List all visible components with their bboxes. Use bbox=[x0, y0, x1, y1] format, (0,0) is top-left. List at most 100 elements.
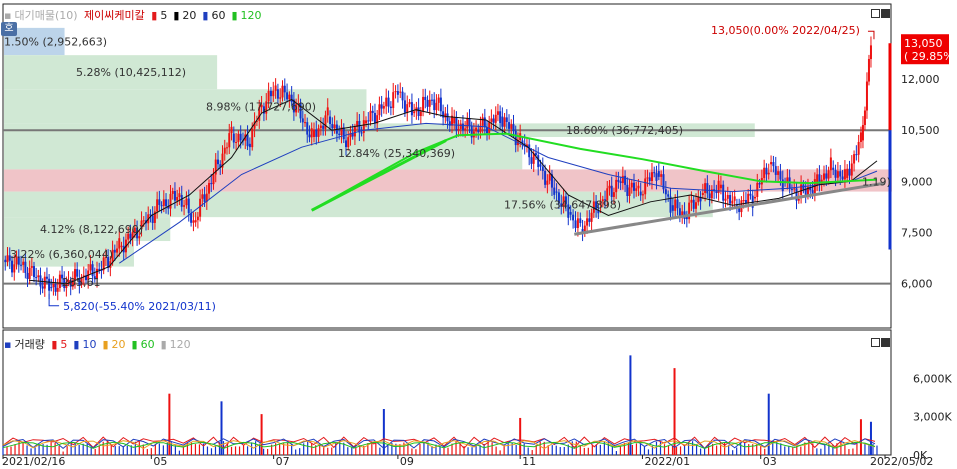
candle-body bbox=[208, 183, 211, 194]
candle-body bbox=[4, 259, 7, 263]
candle-body bbox=[455, 117, 458, 131]
candle-body bbox=[546, 180, 549, 185]
candle-body bbox=[722, 184, 725, 201]
candle-body bbox=[413, 111, 416, 114]
ho-button[interactable]: 호 bbox=[1, 22, 17, 36]
candle-body bbox=[537, 155, 540, 168]
candle-body bbox=[774, 166, 777, 175]
volume-profile-label: 18.60% (36,772,405) bbox=[566, 124, 683, 137]
candle-body bbox=[216, 159, 219, 165]
candle-body bbox=[30, 266, 33, 268]
candle-body bbox=[857, 141, 860, 155]
candle-body bbox=[715, 191, 718, 194]
candle-body bbox=[269, 90, 272, 97]
candle-body bbox=[56, 287, 59, 292]
candle-body bbox=[338, 133, 341, 135]
candle-body bbox=[617, 179, 620, 182]
candle-body bbox=[50, 287, 53, 289]
ma-legend-item: ▮ 5 bbox=[151, 9, 168, 22]
candle-body bbox=[342, 127, 345, 140]
candle-body bbox=[667, 194, 670, 197]
candle-body bbox=[180, 194, 183, 207]
candle-body bbox=[512, 124, 515, 132]
candle-body bbox=[310, 128, 313, 138]
candle-body bbox=[232, 133, 235, 143]
candle-body bbox=[706, 183, 709, 194]
candle-body bbox=[331, 124, 334, 129]
high-annotation: 13,050(0.00% 2022/04/25) bbox=[711, 24, 860, 37]
candle-body bbox=[676, 199, 679, 209]
price-tick-label: 7,500 bbox=[901, 227, 933, 240]
candle-body bbox=[466, 118, 469, 129]
candle-body bbox=[786, 177, 789, 182]
minimize-icon[interactable] bbox=[871, 338, 880, 347]
candle-body bbox=[615, 179, 618, 193]
volume-ma-legend-item: ▮ 10 bbox=[73, 338, 97, 351]
candle-body bbox=[378, 104, 381, 116]
candle-body bbox=[528, 144, 531, 158]
candle-body bbox=[417, 107, 420, 117]
candle-body bbox=[113, 249, 116, 253]
candle-body bbox=[731, 200, 734, 204]
candle-body bbox=[660, 174, 663, 177]
candle-body bbox=[160, 205, 163, 207]
candle-body bbox=[158, 199, 161, 205]
candle-body bbox=[210, 183, 213, 185]
volume-profile-label: 3.22% (6,360,044) bbox=[10, 248, 113, 261]
stock-chart: 1.50% (2,952,663) 5.28% (10,425,112) 8.98%… bbox=[0, 0, 957, 468]
candle-body bbox=[178, 193, 181, 197]
candle-body bbox=[657, 171, 660, 177]
candle-body bbox=[6, 255, 9, 263]
square-icon: ▪ bbox=[4, 9, 12, 22]
candle-body bbox=[697, 196, 700, 203]
candle-body bbox=[169, 193, 172, 209]
candle-body bbox=[45, 276, 48, 279]
candle-body bbox=[430, 99, 433, 101]
volume-label: 거래량 bbox=[14, 338, 45, 351]
candle-body bbox=[138, 236, 141, 239]
candle-body bbox=[203, 194, 206, 202]
candle-body bbox=[501, 116, 504, 127]
candle-body bbox=[226, 147, 229, 149]
close-icon[interactable] bbox=[881, 338, 890, 347]
candle-body bbox=[239, 133, 242, 141]
volume-profile-label: 5.28% (10,425,112) bbox=[76, 66, 186, 79]
candle-body bbox=[692, 199, 695, 209]
minimize-icon[interactable] bbox=[871, 9, 880, 18]
candle-body bbox=[475, 127, 478, 132]
candle-body bbox=[490, 118, 493, 122]
candle-body bbox=[283, 85, 286, 93]
candle-body bbox=[52, 283, 55, 288]
candle-body bbox=[165, 199, 168, 207]
candle-body bbox=[403, 100, 406, 113]
candle-body bbox=[503, 117, 506, 127]
candle-body bbox=[461, 123, 464, 131]
candle-body bbox=[653, 172, 656, 174]
candle-body bbox=[13, 264, 16, 273]
candle-body bbox=[223, 147, 226, 154]
candle-body bbox=[624, 175, 627, 185]
candle-body bbox=[394, 91, 397, 93]
close-icon[interactable] bbox=[881, 9, 890, 18]
candle-body bbox=[392, 92, 395, 109]
candle-body bbox=[690, 199, 693, 203]
candle-body bbox=[650, 172, 653, 181]
candle-body bbox=[630, 182, 633, 188]
candle-body bbox=[639, 191, 642, 196]
candle-body bbox=[671, 205, 674, 211]
candle-body bbox=[419, 111, 422, 117]
candle-body bbox=[365, 120, 368, 124]
candle-body bbox=[797, 198, 800, 201]
candle-body bbox=[424, 96, 427, 101]
candle-body bbox=[548, 174, 551, 181]
candle-body bbox=[435, 102, 438, 111]
candle-body bbox=[399, 91, 402, 93]
candle-body bbox=[196, 216, 199, 221]
candle-body bbox=[453, 117, 456, 124]
candle-body bbox=[770, 162, 773, 165]
candle-body bbox=[281, 85, 284, 98]
price-tick-label: 6,000 bbox=[901, 278, 933, 291]
candle-body bbox=[437, 97, 440, 103]
volume-legend: ▪ 거래량 ▮ 5 ▮ 10 ▮ 20 ▮ 60 ▮ 120 bbox=[4, 336, 200, 352]
candle-body bbox=[541, 166, 544, 172]
